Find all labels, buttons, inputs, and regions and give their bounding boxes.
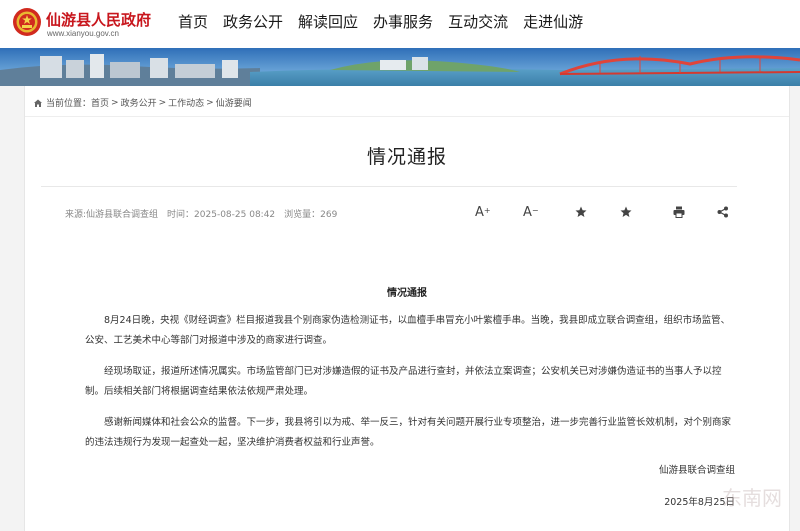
nav-item-about-xianyou[interactable]: 走进仙游 <box>523 11 583 32</box>
article-paragraph: 8月24日晚，央视《财经调查》栏目报道我县个别商家伪造检测证书，以血檀手串冒充小… <box>85 315 731 346</box>
nav-item-home[interactable]: 首页 <box>178 11 208 32</box>
font-smaller-suffix: − <box>531 205 539 215</box>
breadcrumb-work-updates[interactable]: 工作动态 <box>168 96 204 109</box>
star-icon <box>575 206 587 217</box>
collect-button[interactable] <box>620 203 632 221</box>
breadcrumb-home[interactable]: 首页 <box>91 96 109 109</box>
nav-item-interaction[interactable]: 互动交流 <box>448 11 508 32</box>
breadcrumb-xianyou-news[interactable]: 仙游要闻 <box>216 96 252 109</box>
font-larger-label: A <box>475 204 484 220</box>
title-divider <box>41 186 737 187</box>
site-name[interactable]: 仙游县人民政府 <box>46 9 151 30</box>
nav-item-services[interactable]: 办事服务 <box>373 11 433 32</box>
city-banner-image <box>0 48 800 86</box>
article-tools: A+ A− <box>475 203 735 221</box>
article-signature: 仙游县联合调查组 <box>658 465 735 476</box>
site-header: 仙游县人民政府 www.xianyou.gov.cn 首页 政务公开 解读回应 … <box>0 0 800 48</box>
site-url: www.xianyou.gov.cn <box>47 29 119 38</box>
national-emblem-icon[interactable] <box>12 7 42 37</box>
article-views: 浏览量：269 <box>284 210 338 220</box>
breadcrumb-government-affairs[interactable]: 政务公开 <box>121 96 157 109</box>
article-paragraph: 感谢新闻媒体和社会公众的监督。下一步，我县将引以为戒、举一反三，针对有关问题开展… <box>85 417 732 448</box>
article-source: 来源:仙游县联合调查组 <box>65 210 159 220</box>
font-larger-button[interactable]: A+ <box>475 203 491 221</box>
main-nav: 首页 政务公开 解读回应 办事服务 互动交流 走进仙游 <box>178 11 598 32</box>
nav-item-interpretation[interactable]: 解读回应 <box>298 11 358 32</box>
watermark-logo: 东南网 <box>722 486 782 510</box>
article-card: 当前位置： 首页 > 政务公开 > 工作动态 > 仙游要闻 情况通报 来源:仙游… <box>24 86 790 531</box>
breadcrumb-divider <box>25 116 789 117</box>
print-button[interactable] <box>673 203 685 221</box>
print-icon <box>673 206 685 218</box>
article-time: 时间：2025-08-25 08:42 <box>167 210 276 220</box>
star-icon <box>620 206 632 217</box>
breadcrumb-separator: > <box>206 97 214 108</box>
favorite-button[interactable] <box>575 203 587 221</box>
share-button[interactable] <box>717 203 729 221</box>
page-title: 情况通报 <box>366 146 447 168</box>
breadcrumb-separator: > <box>111 97 119 108</box>
article-paragraph: 经现场取证，报道所述情况属实。市场监管部门已对涉嫌造假的证书及产品进行查封，并依… <box>85 366 722 397</box>
font-smaller-label: A <box>523 204 532 220</box>
article-heading: 情况通报 <box>387 288 427 299</box>
breadcrumb: 当前位置： 首页 > 政务公开 > 工作动态 > 仙游要闻 <box>33 96 252 109</box>
nav-item-government-affairs[interactable]: 政务公开 <box>223 11 283 32</box>
font-smaller-button[interactable]: A− <box>523 203 539 221</box>
breadcrumb-separator: > <box>158 97 167 108</box>
article-meta: 来源:仙游县联合调查组 时间：2025-08-25 08:42 浏览量：269 <box>65 207 337 220</box>
breadcrumb-prefix: 当前位置： <box>46 99 92 109</box>
home-icon <box>34 99 42 107</box>
font-larger-suffix: + <box>483 205 491 215</box>
share-icon <box>717 206 728 218</box>
